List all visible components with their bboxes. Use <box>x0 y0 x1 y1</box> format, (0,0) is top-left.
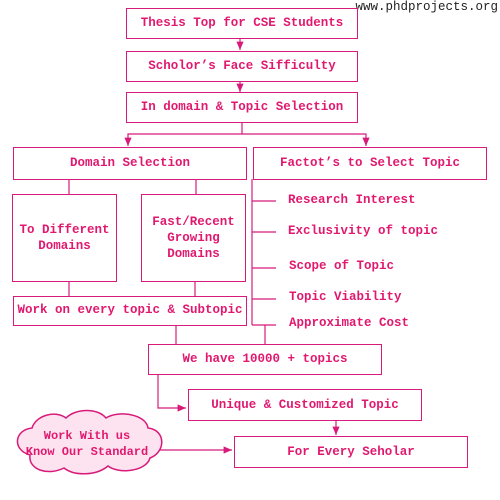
arrow-to-factors <box>242 133 370 146</box>
factor-item: Topic Viability <box>289 290 402 304</box>
different-domains-box: To Different Domains <box>12 194 117 282</box>
arrow-to-domain <box>124 122 243 146</box>
cloud-text[interactable]: Work With us Know Our Standard <box>8 428 166 460</box>
arrow-to-unique <box>157 375 186 412</box>
recent-domains-box: Fast/Recent Growing Domains <box>141 194 246 282</box>
factor-item: Scope of Topic <box>289 259 395 273</box>
factors-box: Factot’s to Select Topic <box>253 147 487 180</box>
topics-count-box: We have 10000 + topics <box>148 344 382 375</box>
work-every-topic-box: Work on every topic & Subtopic <box>13 296 247 326</box>
factor-item: Approximate Cost <box>289 316 410 330</box>
step2-box: Scholor’s Face Sifficulty <box>126 51 358 82</box>
cloud-line-2: Know Our Standard <box>25 445 149 460</box>
factor-item: Exclusivity of topic <box>288 224 439 238</box>
factor-item: Research Interest <box>288 193 416 207</box>
step3-box: In domain & Topic Selection <box>126 92 358 123</box>
unique-topic-box: Unique & Customized Topic <box>188 389 422 421</box>
cloud-line-1: Work With us <box>43 429 131 443</box>
every-scholar-box: For Every Seholar <box>234 436 468 468</box>
title-box: Thesis Top for CSE Students <box>126 8 358 39</box>
domain-selection-box: Domain Selection <box>13 147 247 180</box>
